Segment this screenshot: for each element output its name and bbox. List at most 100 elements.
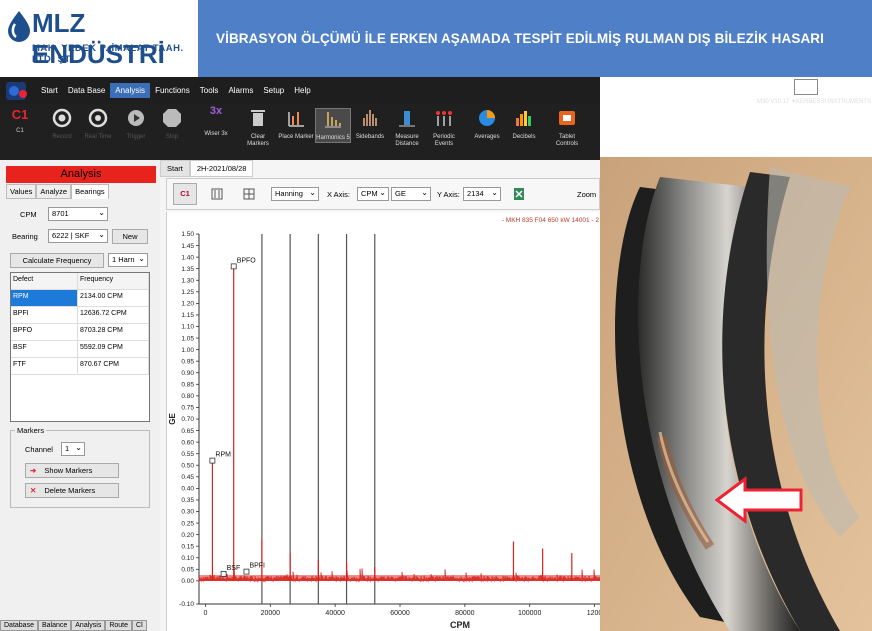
markers-group: Markers Channel 1 ⌄ ➜ Show Markers ✕ Dele…	[10, 426, 150, 508]
menu-start[interactable]: Start	[36, 83, 63, 98]
menu-analysis[interactable]: Analysis	[110, 83, 151, 98]
periodic-events-button[interactable]: Periodic Events	[426, 108, 462, 148]
zoom-label[interactable]: Zoom	[577, 190, 596, 199]
y-tick-label: 1.25	[181, 289, 194, 296]
export-excel-icon[interactable]	[513, 187, 525, 201]
yaxis-combo[interactable]: 2134 ⌄	[463, 187, 501, 201]
chevron-down-icon: ⌄	[138, 254, 145, 263]
y-tick-label: 1.30	[181, 277, 194, 284]
new-bearing-button[interactable]: New	[112, 229, 148, 244]
window-combo[interactable]: Hanning ⌄	[271, 187, 319, 201]
table-row[interactable]: RPM 2134.00 CPM	[11, 290, 149, 307]
sidebands-icon	[363, 110, 377, 126]
tab-values[interactable]: Values	[6, 184, 37, 199]
arrow-right-icon: ➜	[30, 466, 37, 475]
y-tick-label: 0.25	[181, 520, 194, 527]
y-tick-label: 0.00	[181, 578, 194, 585]
x-tick-label: 40000	[325, 610, 345, 617]
table-row[interactable]: BPFI 12636.72 CPM	[11, 307, 149, 324]
headline: VİBRASYON ÖLÇÜMÜ İLE ERKEN AŞAMADA TESPİ…	[216, 31, 825, 46]
measure-distance-label: Measure Distance	[395, 134, 419, 147]
spectrum-chart[interactable]: - MKH 835 F04 650 kW 14001 - 2 -0.10 0.00 0…	[167, 212, 600, 631]
delete-markers-button[interactable]: ✕ Delete Markers	[25, 483, 119, 498]
tab-analyze[interactable]: Analyze	[36, 184, 72, 199]
tab-cl[interactable]: Cl	[132, 620, 147, 631]
table-row[interactable]: BPFO 8703.28 CPM	[11, 324, 149, 341]
window-value: Hanning	[275, 189, 303, 198]
realtime-button[interactable]: Real Time	[80, 108, 116, 141]
decibels-button[interactable]: Decibels	[506, 108, 542, 141]
harmonics-button[interactable]: Harmonics 5	[315, 108, 351, 143]
y-tick-label: 0.10	[181, 555, 194, 562]
cursor-icon[interactable]	[211, 188, 223, 200]
close-window-button[interactable]: ✕	[848, 79, 872, 95]
show-markers-button[interactable]: ➜ Show Markers	[25, 463, 119, 478]
frequency-cell: 5592.09 CPM	[78, 341, 149, 357]
xaxis-unit-combo[interactable]: CPM ⌄	[357, 187, 389, 201]
tab-route[interactable]: Route	[105, 620, 133, 631]
menu-tools[interactable]: Tools	[195, 83, 224, 98]
cpm-combo[interactable]: 8701 ⌄	[48, 207, 108, 221]
tablet-controls-button[interactable]: Tablet Controls	[549, 108, 585, 148]
y-tick-label: 0.20	[181, 532, 194, 539]
y-tick-label: -0.10	[179, 601, 194, 608]
menu-database[interactable]: Data Base	[63, 83, 110, 98]
y-tick-label: 1.35	[181, 266, 194, 273]
y-axis-label: GE	[168, 413, 177, 425]
harmonics-icon	[325, 112, 341, 128]
frequency-cell: 2134.00 CPM	[78, 290, 149, 306]
bearing-value: 6222 | SKF	[52, 231, 90, 240]
brand-sub: M30 V10.17 ✦KERBESSI INSTRUMENTS	[757, 99, 872, 105]
stop-button[interactable]: Stop	[154, 108, 190, 141]
tab-balance[interactable]: Balance	[37, 620, 72, 631]
xaxis-mode-combo[interactable]: GE ⌄	[391, 187, 431, 201]
table-row[interactable]: BSF 5592.09 CPM	[11, 341, 149, 358]
channel-select-button[interactable]: C1	[173, 183, 197, 205]
averages-button[interactable]: Averages	[469, 108, 505, 141]
place-marker-button[interactable]: Place Marker	[278, 108, 314, 141]
measure-distance-button[interactable]: Measure Distance	[389, 108, 425, 148]
stop-label: Stop	[165, 134, 179, 140]
record-button[interactable]: Record	[44, 108, 80, 141]
app-logo-icon[interactable]	[4, 80, 32, 102]
record-icon	[52, 108, 72, 128]
bearing-combo[interactable]: 6222 | SKF ⌄	[48, 229, 108, 243]
menu-functions[interactable]: Functions	[150, 83, 195, 98]
tab-bearings[interactable]: Bearings	[71, 184, 109, 199]
y-tick-label: 0.45	[181, 474, 194, 481]
clear-markers-button[interactable]: Clear Markers	[240, 108, 276, 148]
decibels-icon	[516, 111, 531, 126]
spectrum-plot: - MKH 835 F04 650 kW 14001 - 2 -0.10 0.00 0…	[166, 212, 600, 631]
menu-help[interactable]: Help	[289, 83, 315, 98]
grid-icon[interactable]	[243, 188, 255, 200]
sidebands-button[interactable]: Sidebands	[352, 108, 388, 141]
menu-setup[interactable]: Setup	[258, 83, 289, 98]
wiser-button[interactable]: 3x Wiser 3x	[198, 106, 234, 138]
harmonics-value: 1 Harn	[112, 255, 135, 264]
x-tick-label: 100000	[518, 610, 541, 617]
wiser-label: Wiser 3x	[204, 131, 228, 137]
tab-database[interactable]: Database	[0, 620, 38, 631]
table-row[interactable]: FTF 870.67 CPM	[11, 358, 149, 375]
harmonics-combo[interactable]: 1 Harn ⌄	[108, 253, 148, 267]
trigger-button[interactable]: Trigger	[118, 108, 154, 141]
chevron-down-icon: ⌄	[98, 230, 105, 239]
channel-combo[interactable]: 1 ⌄	[61, 442, 85, 456]
chevron-down-icon: ⌄	[379, 188, 386, 197]
minimize-button[interactable]: —	[794, 79, 818, 95]
menu-alarms[interactable]: Alarms	[223, 83, 258, 98]
channel-c1-button[interactable]: C1 C1	[2, 108, 38, 135]
y-tick-label: 0.95	[181, 358, 194, 365]
tab-start[interactable]: Start	[160, 160, 190, 177]
tab-analysis[interactable]: Analysis	[71, 620, 106, 631]
y-tick-label: 0.15	[181, 543, 194, 550]
tab-measurement[interactable]: 2H-2021/08/28	[189, 160, 254, 177]
analysis-tabs: Values Analyze Bearings	[6, 184, 109, 199]
maximize-button[interactable]: ❐	[822, 79, 846, 95]
defect-cell: BSF	[11, 341, 79, 357]
place-marker-label: Place Marker	[278, 134, 314, 140]
cpm-value: 8701	[52, 209, 69, 218]
y-tick-label: 0.30	[181, 509, 194, 516]
spectrum-view: Start 2H-2021/08/28 C1 Hanning ⌄ X Axis: …	[160, 160, 600, 631]
calculate-frequency-button[interactable]: Calculate Frequency	[10, 253, 104, 268]
